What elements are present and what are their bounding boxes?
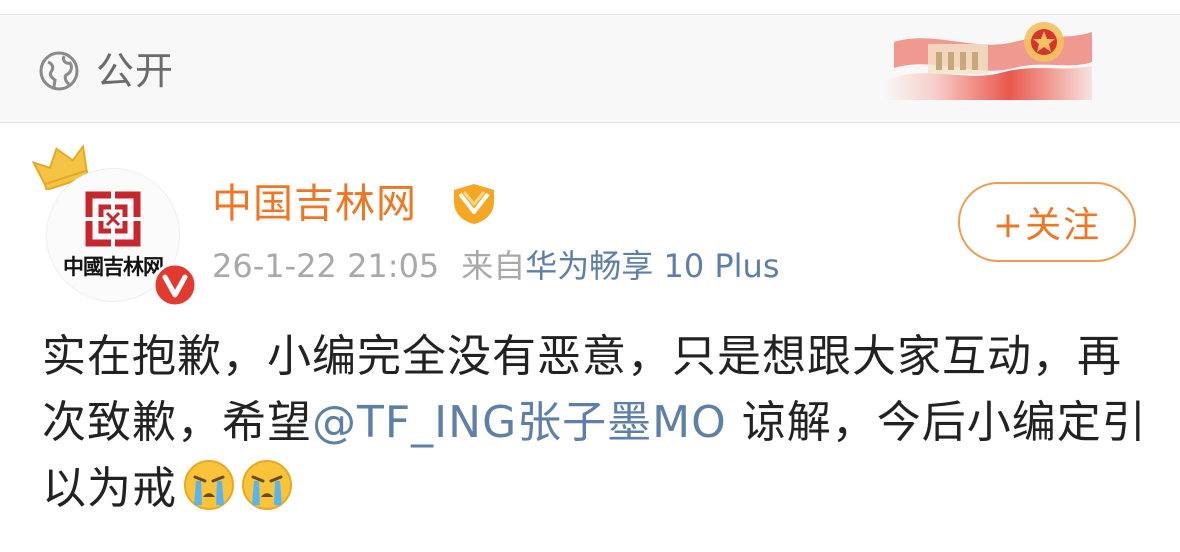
red-flag-banner [884,22,1092,100]
verified-v-icon [152,262,198,308]
source-device[interactable]: 华为畅享 10 Plus [525,247,779,285]
visibility-label[interactable]: 公开 [96,46,174,96]
section-divider [0,122,1180,123]
follow-button[interactable]: +关注 [958,182,1136,262]
jilin-logo-icon [85,191,141,247]
vip-badge-icon [454,184,494,224]
crying-face-icon [184,460,234,510]
mention-link[interactable]: @TF_ING张子墨MO [312,397,727,448]
post-meta: 26-1-22 21:05 来自华为畅享 10 Plus [212,244,780,288]
source-prefix: 来自 [461,247,526,285]
post-date: 26-1-22 21:05 [212,247,440,285]
crying-face-icon [242,460,292,510]
post-text: 实在抱歉，小编完全没有恶意，只是想跟大家互动，再次致歉，希望@TF_ING张子墨… [42,324,1152,522]
globe-icon [39,51,79,91]
account-name[interactable]: 中国吉林网 [212,178,417,230]
avatar[interactable]: 中國吉林网 [32,142,198,308]
